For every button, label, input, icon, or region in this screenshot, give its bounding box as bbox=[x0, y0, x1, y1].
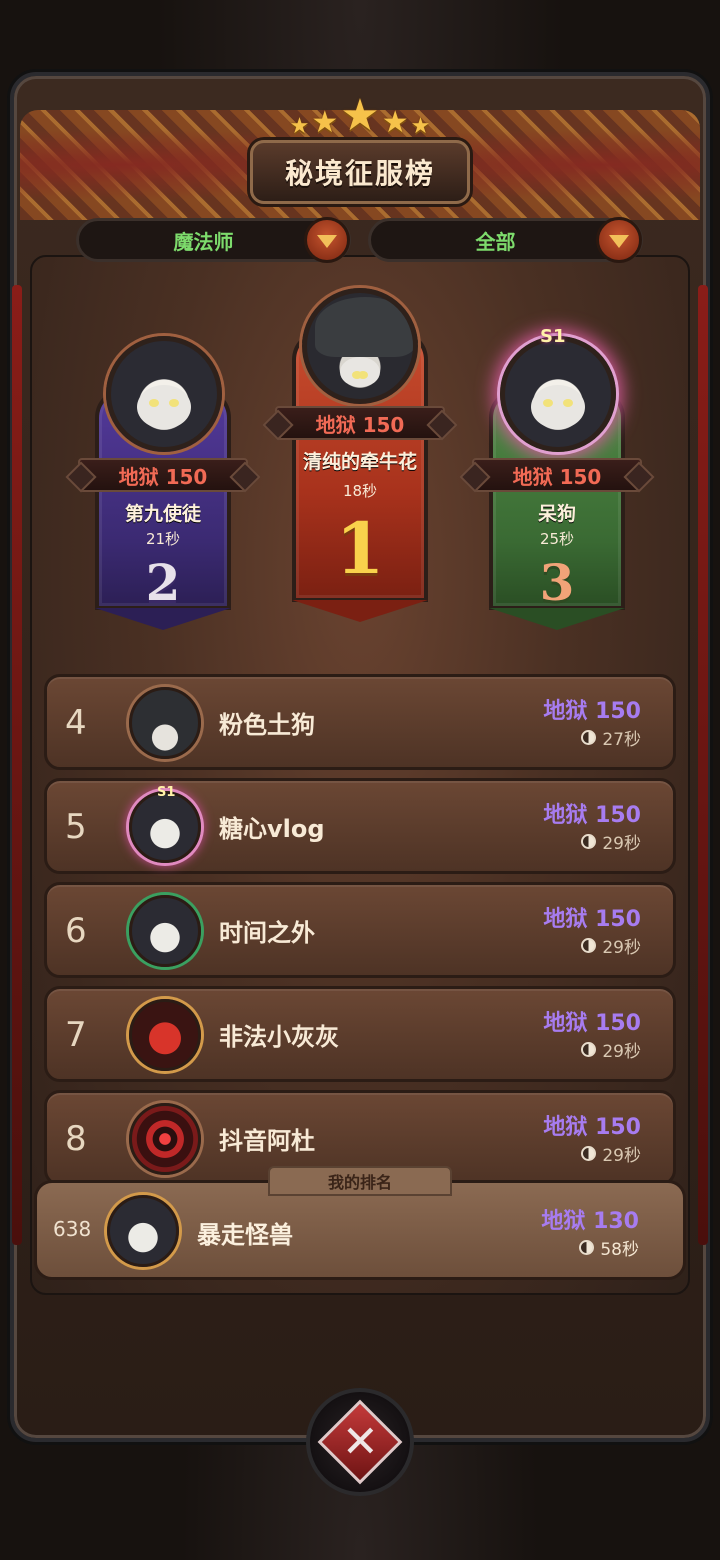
row-rank: 8 bbox=[65, 1119, 87, 1159]
row-difficulty: 地狱 150 bbox=[543, 699, 641, 724]
sheep-avatar-icon bbox=[531, 385, 585, 429]
difficulty-tag-first: 地狱 150 bbox=[275, 406, 445, 440]
podium-first-tip bbox=[292, 600, 428, 622]
stars-decoration: ★ ★ ★ ★ ★ bbox=[260, 88, 460, 138]
row-difficulty: 地狱 150 bbox=[543, 803, 641, 828]
clock-icon bbox=[581, 1042, 597, 1057]
star-icon: ★ bbox=[289, 114, 310, 139]
player-name-second: 第九使徒 bbox=[124, 503, 201, 525]
row-player-name: 抖音阿杜 bbox=[219, 1127, 315, 1155]
row-time-value: 29秒 bbox=[602, 1042, 641, 1062]
avatar[interactable] bbox=[129, 1103, 201, 1175]
player-time-first: 18秒 bbox=[342, 482, 378, 500]
chevron-down-icon[interactable] bbox=[304, 217, 350, 263]
sheep-avatar-icon bbox=[340, 357, 380, 387]
sheep-avatar-icon bbox=[137, 385, 191, 429]
row-player-name: 粉色土狗 bbox=[219, 711, 315, 739]
row-rank: 6 bbox=[65, 911, 87, 951]
my-rank-number: 638 bbox=[53, 1217, 92, 1241]
page-title: 秘境征服榜 bbox=[284, 157, 435, 190]
star-icon: ★ bbox=[340, 90, 380, 141]
clock-icon bbox=[581, 730, 597, 745]
clock-icon bbox=[581, 834, 597, 849]
left-rail bbox=[12, 285, 22, 1245]
clock-icon bbox=[581, 938, 597, 953]
difficulty-tag-second: 地狱 150 bbox=[78, 458, 248, 492]
row-rank: 7 bbox=[65, 1015, 87, 1055]
row-time: 29秒 bbox=[581, 1037, 641, 1062]
row-time-value: 27秒 bbox=[602, 730, 641, 750]
season-badge: S1 bbox=[157, 785, 176, 800]
row-player-name: 糖心vlog bbox=[219, 815, 325, 843]
row-time: 29秒 bbox=[581, 1141, 641, 1166]
podium-rank-first: 1 bbox=[335, 507, 385, 590]
avatar-first[interactable] bbox=[302, 288, 418, 404]
class-filter-dropdown[interactable]: 魔法师 bbox=[76, 217, 351, 263]
close-icon: ✕ bbox=[317, 1399, 403, 1485]
row-difficulty: 地狱 150 bbox=[543, 907, 641, 932]
avatar[interactable] bbox=[129, 895, 201, 967]
avatar[interactable] bbox=[129, 791, 201, 863]
star-icon: ★ bbox=[410, 114, 431, 139]
row-time: 29秒 bbox=[581, 933, 641, 958]
clock-icon bbox=[579, 1240, 595, 1255]
list-row-4[interactable]: 4 粉色土狗 地狱 150 27秒 bbox=[44, 674, 676, 770]
clock-icon bbox=[581, 1146, 597, 1161]
row-time-value: 29秒 bbox=[602, 1146, 641, 1166]
row-player-name: 非法小灰灰 bbox=[219, 1023, 339, 1051]
scope-filter-dropdown[interactable]: 全部 bbox=[368, 217, 643, 263]
player-name-third: 呆狗 bbox=[537, 503, 576, 525]
player-name-first: 清纯的牵牛花 bbox=[302, 451, 417, 473]
my-time-value: 58秒 bbox=[600, 1240, 639, 1260]
star-icon: ★ bbox=[381, 105, 409, 140]
podium-rank-third: 3 bbox=[539, 553, 575, 612]
difficulty-tag-third: 地狱 150 bbox=[472, 458, 642, 492]
row-time: 29秒 bbox=[581, 829, 641, 854]
title-plate: 秘境征服榜 bbox=[250, 140, 470, 204]
right-rail bbox=[698, 285, 708, 1245]
avatar[interactable] bbox=[129, 999, 201, 1071]
list-row-6[interactable]: 6 时间之外 地狱 150 29秒 bbox=[44, 882, 676, 978]
player-time-second: 21秒 bbox=[145, 530, 181, 548]
row-time-value: 29秒 bbox=[602, 938, 641, 958]
player-time-third: 25秒 bbox=[539, 530, 575, 548]
star-icon: ★ bbox=[311, 105, 339, 140]
avatar-second[interactable] bbox=[106, 336, 222, 452]
row-rank: 5 bbox=[65, 807, 87, 847]
row-rank: 4 bbox=[65, 703, 87, 743]
my-time: 58秒 bbox=[579, 1235, 639, 1260]
avatar[interactable] bbox=[107, 1195, 179, 1267]
list-row-7[interactable]: 7 非法小灰灰 地狱 150 29秒 bbox=[44, 986, 676, 1082]
row-difficulty: 地狱 150 bbox=[543, 1011, 641, 1036]
my-rank-label: 我的排名 bbox=[268, 1166, 452, 1196]
close-button[interactable]: ✕ bbox=[306, 1388, 414, 1496]
avatar-third[interactable] bbox=[500, 336, 616, 452]
avatar[interactable] bbox=[129, 687, 201, 759]
podium-rank-second: 2 bbox=[145, 553, 181, 612]
season-badge: S1 bbox=[540, 326, 566, 347]
my-player-name: 暴走怪兽 bbox=[197, 1221, 293, 1249]
row-player-name: 时间之外 bbox=[219, 919, 315, 947]
chevron-down-icon[interactable] bbox=[596, 217, 642, 263]
my-difficulty: 地狱 130 bbox=[541, 1209, 639, 1234]
row-time: 27秒 bbox=[581, 725, 641, 750]
row-time-value: 29秒 bbox=[602, 834, 641, 854]
list-row-5[interactable]: 5 S1 糖心vlog 地狱 150 29秒 bbox=[44, 778, 676, 874]
wizard-hat-icon bbox=[315, 297, 413, 357]
row-difficulty: 地狱 150 bbox=[543, 1115, 641, 1140]
